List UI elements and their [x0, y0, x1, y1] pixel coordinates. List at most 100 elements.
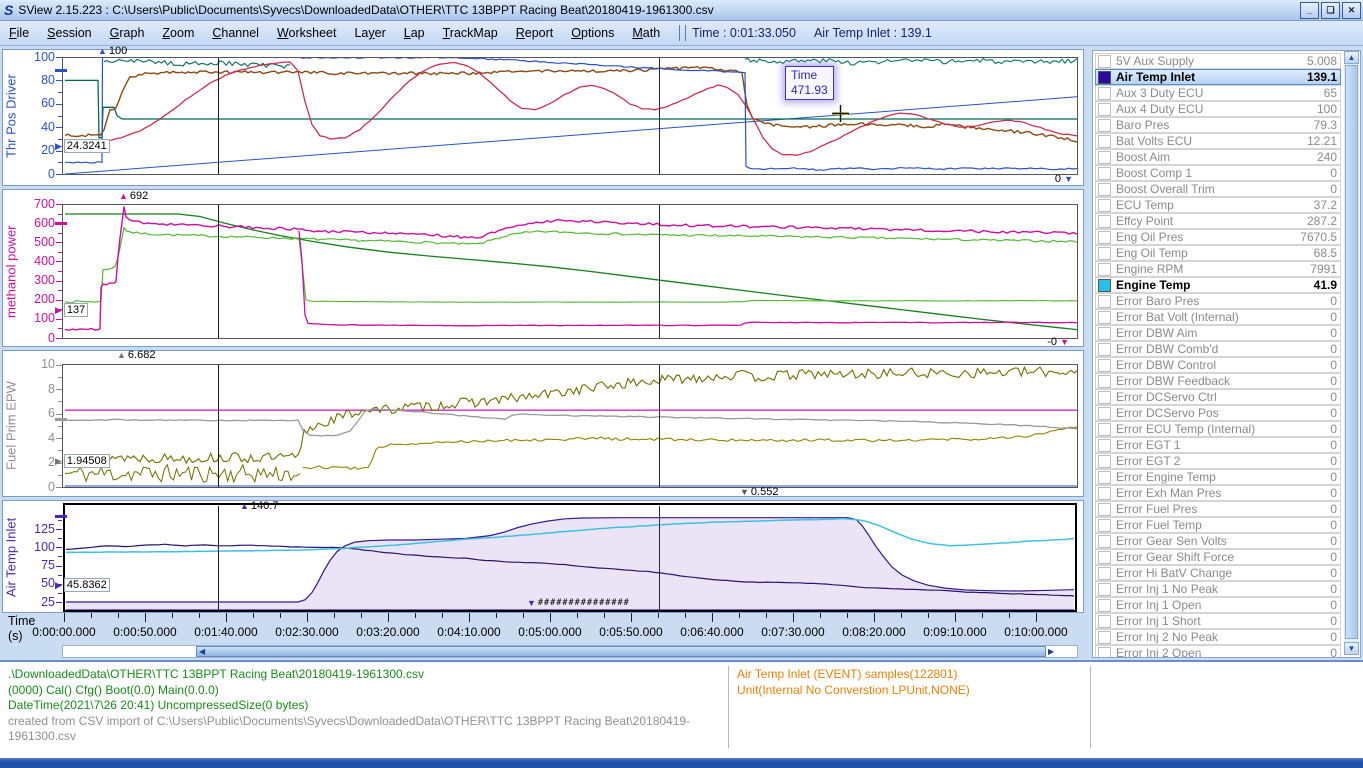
channel-swatch[interactable]: [1098, 247, 1111, 260]
channel-row-error-inj-2-no-peak[interactable]: Error Inj 2 No Peak0: [1095, 629, 1341, 645]
channel-swatch[interactable]: [1098, 583, 1111, 596]
menu-lap[interactable]: Lap: [395, 24, 434, 42]
plot-area-air-temp-inlet-selected[interactable]: [63, 503, 1077, 612]
channel-row-engine-temp[interactable]: Engine Temp41.9: [1095, 277, 1341, 293]
channel-row-error-dbw-control[interactable]: Error DBW Control0: [1095, 357, 1341, 373]
channel-row-effcy-point[interactable]: Effcy Point287.2: [1095, 213, 1341, 229]
channel-swatch[interactable]: [1098, 631, 1111, 644]
channel-swatch[interactable]: [1098, 295, 1111, 308]
channel-row-air-temp-inlet[interactable]: Air Temp Inlet139.1: [1095, 69, 1341, 85]
channel-swatch[interactable]: [1098, 519, 1111, 532]
horizontal-scrollbar[interactable]: ◀ ▶: [62, 645, 1078, 658]
menu-trackmap[interactable]: TrackMap: [434, 24, 507, 42]
channel-row-error-dbw-comb-d[interactable]: Error DBW Comb'd0: [1095, 341, 1341, 357]
channel-swatch[interactable]: [1098, 551, 1111, 564]
scroll-up-icon[interactable]: ▲: [1344, 51, 1359, 64]
channel-swatch[interactable]: [1098, 71, 1111, 84]
channel-row-bat-volts-ecu[interactable]: Bat Volts ECU12.21: [1095, 133, 1341, 149]
vertical-scrollbar[interactable]: ▲ ▼: [1344, 51, 1359, 655]
channel-swatch[interactable]: [1098, 311, 1111, 324]
channel-row-boost-aim[interactable]: Boost Aim240: [1095, 149, 1341, 165]
channel-row-error-fuel-pres[interactable]: Error Fuel Pres0: [1095, 501, 1341, 517]
channel-row-error-egt-1[interactable]: Error EGT 10: [1095, 437, 1341, 453]
close-button[interactable]: ✕: [1342, 2, 1361, 19]
channel-row-error-egt-2[interactable]: Error EGT 20: [1095, 453, 1341, 469]
channel-swatch[interactable]: [1098, 279, 1111, 292]
channel-swatch[interactable]: [1098, 87, 1111, 100]
channel-swatch[interactable]: [1098, 471, 1111, 484]
menu-channel[interactable]: Channel: [203, 24, 268, 42]
menu-report[interactable]: Report: [507, 24, 563, 42]
channel-row-error-gear-shift-force[interactable]: Error Gear Shift Force0: [1095, 549, 1341, 565]
channel-row-error-fuel-temp[interactable]: Error Fuel Temp0: [1095, 517, 1341, 533]
channel-swatch[interactable]: [1098, 215, 1111, 228]
channel-swatch[interactable]: [1098, 615, 1111, 628]
channel-swatch[interactable]: [1098, 135, 1111, 148]
channel-swatch[interactable]: [1098, 503, 1111, 516]
plot-area-methanol-power[interactable]: [62, 204, 1078, 339]
plot-area-thr-pos-driver[interactable]: [62, 57, 1078, 175]
minimize-button[interactable]: _: [1300, 2, 1319, 19]
channel-row-error-baro-pres[interactable]: Error Baro Pres0: [1095, 293, 1341, 309]
channel-row-boost-overall-trim[interactable]: Boost Overall Trim0: [1095, 181, 1341, 197]
menu-session[interactable]: Session: [38, 24, 100, 42]
channel-swatch[interactable]: [1098, 407, 1111, 420]
channel-swatch[interactable]: [1098, 343, 1111, 356]
scroll-down-icon[interactable]: ▼: [1344, 642, 1359, 655]
channel-row-eng-oil-temp[interactable]: Eng Oil Temp68.5: [1095, 245, 1341, 261]
channel-row-error-inj-1-short[interactable]: Error Inj 1 Short0: [1095, 613, 1341, 629]
channel-swatch[interactable]: [1098, 487, 1111, 500]
channel-swatch[interactable]: [1098, 103, 1111, 116]
channel-row-error-dbw-aim[interactable]: Error DBW Aim0: [1095, 325, 1341, 341]
channel-swatch[interactable]: [1098, 359, 1111, 372]
channel-swatch[interactable]: [1098, 455, 1111, 468]
channel-row-error-inj-1-no-peak[interactable]: Error Inj 1 No Peak0: [1095, 581, 1341, 597]
channel-row-aux-3-duty-ecu[interactable]: Aux 3 Duty ECU65: [1095, 85, 1341, 101]
channel-row-error-dbw-feedback[interactable]: Error DBW Feedback0: [1095, 373, 1341, 389]
channel-swatch[interactable]: [1098, 439, 1111, 452]
channel-row-eng-oil-pres[interactable]: Eng Oil Pres7670.5: [1095, 229, 1341, 245]
menu-zoom[interactable]: Zoom: [153, 24, 203, 42]
channel-row-error-inj-1-open[interactable]: Error Inj 1 Open0: [1095, 597, 1341, 613]
channel-swatch[interactable]: [1098, 231, 1111, 244]
channel-swatch[interactable]: [1098, 391, 1111, 404]
channel-swatch[interactable]: [1098, 327, 1111, 340]
channel-swatch[interactable]: [1098, 55, 1111, 68]
restore-button[interactable]: ❏: [1321, 2, 1340, 19]
channel-swatch[interactable]: [1098, 119, 1111, 132]
scroll-left-icon[interactable]: ◀: [199, 646, 205, 657]
channel-swatch[interactable]: [1098, 151, 1111, 164]
channel-row-error-engine-temp[interactable]: Error Engine Temp0: [1095, 469, 1341, 485]
channel-row-ecu-temp[interactable]: ECU Temp37.2: [1095, 197, 1341, 213]
channel-row-error-bat-volt-internal-[interactable]: Error Bat Volt (Internal)0: [1095, 309, 1341, 325]
channel-row-error-hi-batv-change[interactable]: Error Hi BatV Change0: [1095, 565, 1341, 581]
channel-swatch[interactable]: [1098, 423, 1111, 436]
channel-swatch[interactable]: [1098, 263, 1111, 276]
channel-row-engine-rpm[interactable]: Engine RPM7991: [1095, 261, 1341, 277]
channel-swatch[interactable]: [1098, 167, 1111, 180]
channel-swatch[interactable]: [1098, 199, 1111, 212]
plot-area-fuel-prim-epw[interactable]: [62, 364, 1078, 488]
scroll-right-icon[interactable]: ▶: [1048, 646, 1054, 657]
vertical-scrollbar-thumb[interactable]: [1345, 65, 1358, 639]
channel-row-error-ecu-temp-internal-[interactable]: Error ECU Temp (Internal)0: [1095, 421, 1341, 437]
menu-file[interactable]: File: [0, 24, 38, 42]
channel-row-error-exh-man-pres[interactable]: Error Exh Man Pres0: [1095, 485, 1341, 501]
channel-row-boost-comp-1[interactable]: Boost Comp 10: [1095, 165, 1341, 181]
channel-row-error-inj-2-open[interactable]: Error Inj 2 Open0: [1095, 645, 1341, 658]
menu-graph[interactable]: Graph: [101, 24, 154, 42]
channel-swatch[interactable]: [1098, 567, 1111, 580]
menu-math[interactable]: Math: [623, 24, 669, 42]
channel-swatch[interactable]: [1098, 535, 1111, 548]
channel-row-5v-aux-supply[interactable]: 5V Aux Supply5.008: [1095, 53, 1341, 69]
channel-swatch[interactable]: [1098, 599, 1111, 612]
channel-row-baro-pres[interactable]: Baro Pres79.3: [1095, 117, 1341, 133]
channel-row-aux-4-duty-ecu[interactable]: Aux 4 Duty ECU100: [1095, 101, 1341, 117]
channel-swatch[interactable]: [1098, 375, 1111, 388]
channel-swatch[interactable]: [1098, 183, 1111, 196]
channel-row-error-dcservo-ctrl[interactable]: Error DCServo Ctrl0: [1095, 389, 1341, 405]
menu-layer[interactable]: Layer: [345, 24, 394, 42]
channel-row-error-dcservo-pos[interactable]: Error DCServo Pos0: [1095, 405, 1341, 421]
channel-swatch[interactable]: [1098, 647, 1111, 659]
menu-worksheet[interactable]: Worksheet: [268, 24, 346, 42]
